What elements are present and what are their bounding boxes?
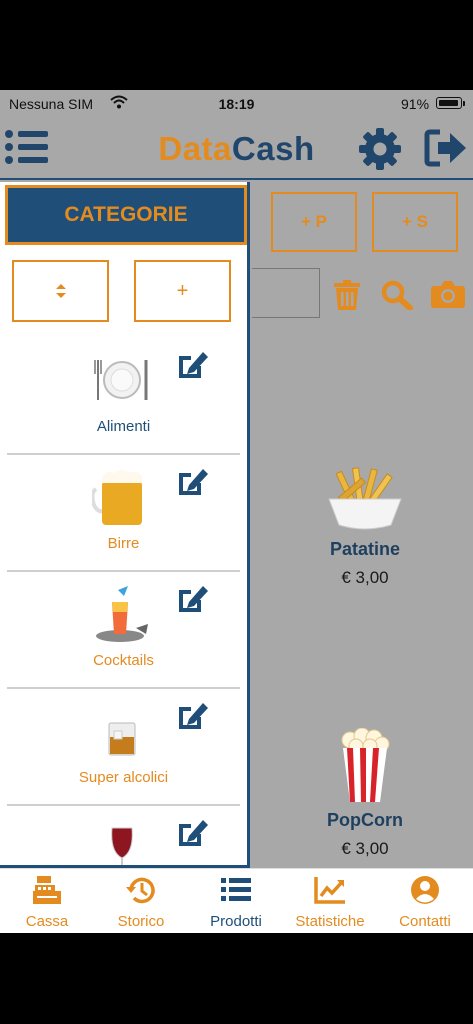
category-label: Cocktails [93,652,154,669]
tab-contatti[interactable]: Contatti [378,875,472,930]
whisky-icon [108,722,136,756]
category-item[interactable] [7,806,240,865]
category-label: Alimenti [96,418,151,435]
search-input[interactable] [252,268,320,318]
edit-icon[interactable] [175,584,209,614]
product-name: PopCorn [327,810,403,830]
add-service-button[interactable]: + S [372,192,458,252]
edit-icon[interactable] [175,467,209,497]
tab-cassa[interactable]: Cassa [0,875,94,930]
logo-cash: Cash [231,130,315,167]
gear-icon[interactable] [358,127,402,171]
tab-label: Prodotti [210,913,262,930]
cash-register-icon [33,876,61,904]
cocktail-icon [96,586,148,642]
product-card[interactable]: PopCorn € 3,00 [290,728,440,859]
category-label: Birre [107,535,140,552]
edit-icon[interactable] [175,818,209,848]
tab-prodotti[interactable]: Prodotti [189,875,283,930]
category-item[interactable]: Cocktails [7,572,240,689]
chart-icon [314,877,345,904]
app-screen: Nessuna SIM 18:19 91% DataCash + P + S P… [0,90,473,933]
app-logo: DataCash [0,130,473,168]
history-icon [126,877,155,904]
tab-label: Storico [117,913,165,930]
drawer-title: CATEGORIE [5,185,247,245]
product-name: Patatine [329,539,401,559]
plate-icon [94,360,148,400]
trash-icon[interactable] [334,280,360,310]
tab-label: Cassa [25,913,69,930]
logo-data: Data [158,130,232,167]
product-price: € 3,00 [341,568,389,587]
category-item[interactable]: Birre [7,455,240,572]
app-header: DataCash [0,118,473,180]
wine-icon [111,827,133,865]
logout-icon[interactable] [424,128,470,168]
user-icon [411,876,439,904]
sort-button[interactable] [12,260,109,322]
tab-storico[interactable]: Storico [94,875,188,930]
add-category-button[interactable]: + [134,260,231,322]
category-item[interactable]: Alimenti [7,338,240,455]
add-product-button[interactable]: + P [271,192,357,252]
list-icon [221,878,251,901]
category-item[interactable]: Super alcolici [7,689,240,806]
battery-percentage: 91% [401,96,430,112]
battery-icon [436,97,462,109]
tab-label: Statistiche [295,913,365,930]
popcorn-icon [341,728,390,802]
search-icon[interactable] [381,280,413,310]
edit-icon[interactable] [175,350,209,380]
sort-icon [55,284,66,299]
battery-tip [463,101,465,106]
edit-icon[interactable] [175,701,209,731]
category-drawer: CATEGORIE + Alimenti Birre Cocktails Sup… [0,182,250,868]
tab-bar: Cassa Storico Prodotti Statistiche Conta… [0,868,473,933]
beer-icon [92,470,142,525]
product-card[interactable]: Patatine € 3,00 [290,465,440,588]
tab-label: Contatti [399,913,451,930]
camera-icon[interactable] [431,280,465,308]
product-price: € 3,00 [341,839,389,858]
tab-statistiche[interactable]: Statistiche [283,875,377,930]
fries-icon [328,467,402,530]
category-label: Super alcolici [78,769,169,786]
status-bar: Nessuna SIM 18:19 91% [0,90,473,118]
